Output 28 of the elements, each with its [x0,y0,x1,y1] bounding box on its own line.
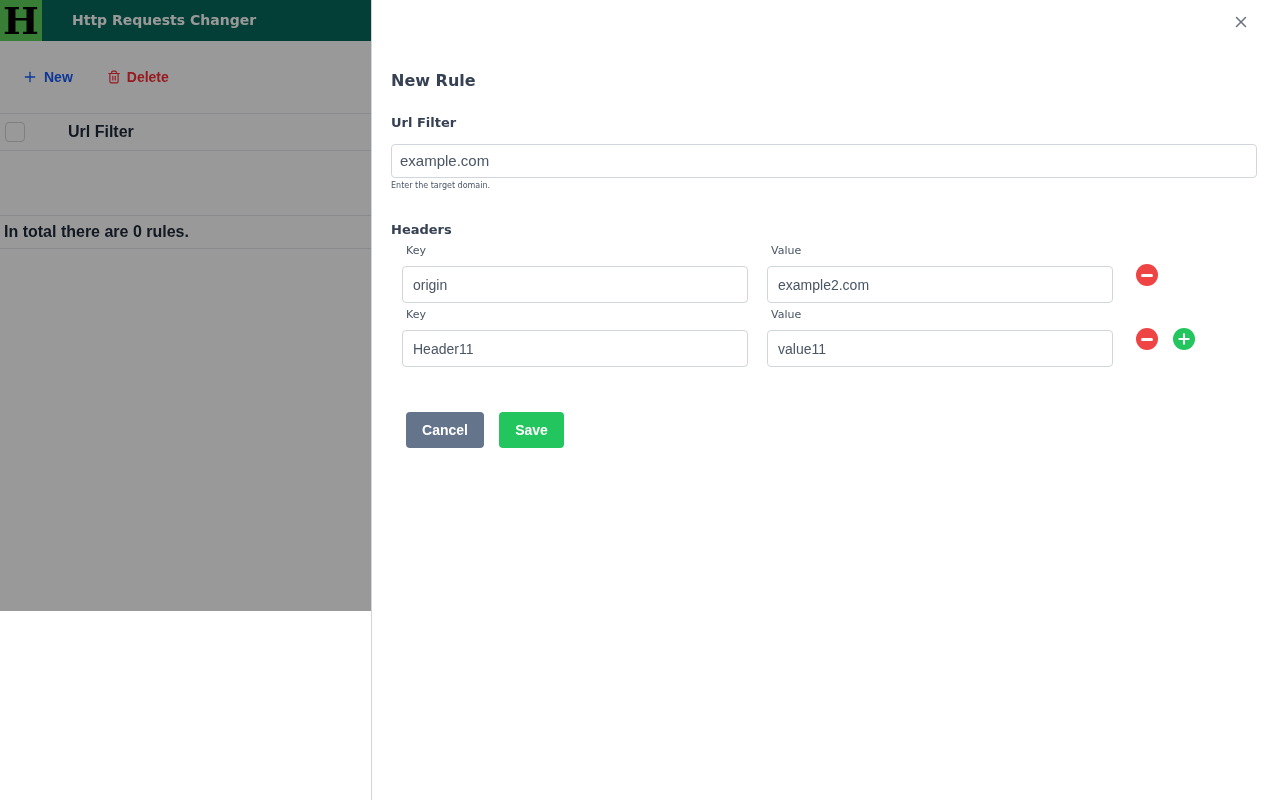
trash-icon [106,70,121,84]
field-label: Url Filter [391,114,458,132]
field-hint: Enter the target domain. [391,179,492,192]
value-field[interactable]: value11 [767,330,1113,367]
value-label: Value [771,243,803,259]
plus-icon [1176,331,1192,347]
plus-icon [22,69,38,85]
url-filter-field[interactable]: example.com [391,143,1257,178]
minus-icon [1141,337,1153,341]
remove-button[interactable] [1136,328,1158,350]
key-field[interactable]: origin [402,266,748,303]
rules-total: In total there are 0 rules. [4,222,189,242]
value-field[interactable]: example2.com [767,266,1113,303]
remove-button[interactable] [1136,264,1158,286]
headers-label: Headers [391,220,453,239]
key-label: Key [406,243,427,259]
app-title: Http Requests Changer [72,11,257,30]
logo: H [0,0,42,41]
value-label: Value [771,307,803,323]
minus-icon [1141,273,1153,277]
drawer-title: New Rule [391,70,477,92]
new-button[interactable]: New [22,66,73,88]
checkbox[interactable] [5,122,25,142]
cancel-button[interactable]: Cancel [406,412,484,448]
add-button[interactable] [1173,328,1195,350]
column-header: Url Filter [68,122,134,142]
key-label: Key [406,307,427,323]
key-field[interactable]: Header11 [402,330,748,367]
